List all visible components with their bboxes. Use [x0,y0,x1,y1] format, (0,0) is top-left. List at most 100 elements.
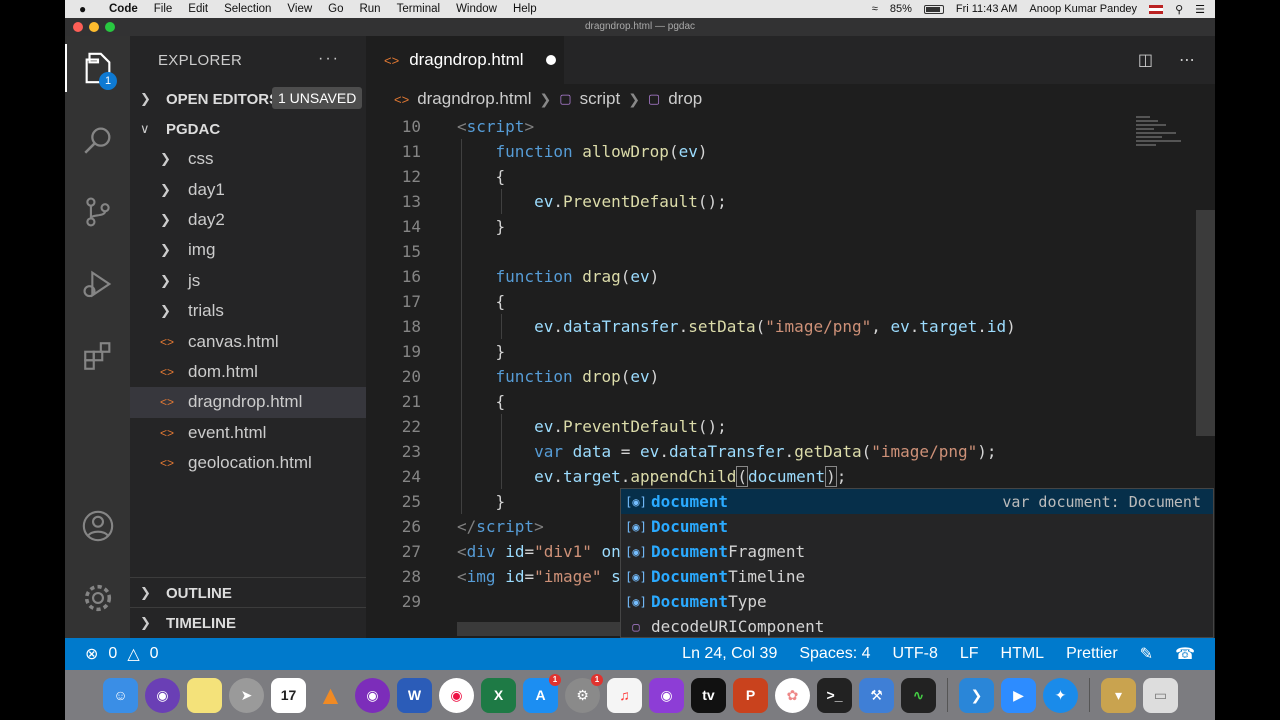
menu-code[interactable]: Code [109,3,138,15]
warning-count[interactable]: 0 [150,645,159,663]
breadcrumb-script[interactable]: script [580,89,621,109]
menubar-clock[interactable]: Fri 11:43 AM [956,3,1018,15]
vlc-icon[interactable]: ▲ [313,678,348,713]
encoding[interactable]: UTF-8 [893,645,938,663]
downloads-folder-icon[interactable]: ▾ [1101,677,1136,713]
podcasts-icon[interactable]: ◉ [649,677,684,713]
breadcrumb-function[interactable]: drop [668,89,702,109]
tree-folder-css[interactable]: ❯ css [130,144,366,174]
input-source-flag-icon[interactable] [1149,4,1164,14]
wifi-icon[interactable]: ≈ [872,3,878,15]
apple-tv-icon[interactable]: tv [691,677,726,713]
chevron-right-icon: ❯ [160,181,171,197]
notifications-bell-icon[interactable]: ☎ [1175,644,1195,664]
tree-folder-trials[interactable]: ❯ trials [130,296,366,326]
activity-monitor-icon[interactable]: ∿ [901,677,936,713]
apple-icon[interactable]: ● [79,2,91,16]
manage-activity[interactable] [65,570,130,626]
menu-terminal[interactable]: Terminal [397,3,440,15]
tree-file-dom[interactable]: <> dom.html [130,357,366,387]
breadcrumb-file[interactable]: dragndrop.html [417,89,531,109]
extensions-activity[interactable] [65,328,130,384]
menu-go[interactable]: Go [328,3,343,15]
split-editor-icon[interactable]: ◫ [1138,50,1153,70]
photos-icon[interactable]: ✿ [775,677,810,713]
horizontal-scrollbar[interactable] [457,622,627,636]
menu-window[interactable]: Window [456,3,497,15]
open-editors-section[interactable]: ❯ OPEN EDITORS 1 UNSAVED [130,84,366,114]
minimize-window-button[interactable] [89,22,99,32]
music-icon[interactable]: ♫ [607,677,642,713]
zoom-icon[interactable]: ▶ [1001,677,1036,713]
powerpoint-icon[interactable]: P [733,677,768,713]
menu-file[interactable]: File [154,3,173,15]
tree-folder-img[interactable]: ❯ img [130,235,366,265]
battery-icon[interactable] [923,4,944,14]
accounts-activity[interactable] [65,498,130,554]
vertical-scrollbar[interactable] [1196,210,1215,436]
word-icon[interactable]: W [397,677,432,713]
battery-percent[interactable]: 85% [890,3,912,15]
error-count[interactable]: 0 [108,645,117,663]
minimap[interactable] [1136,114,1196,194]
suggest-item[interactable]: [◉] Document Type [621,589,1213,614]
menu-selection[interactable]: Selection [224,3,271,15]
chrome-icon[interactable]: ◉ [439,677,474,713]
explorer-more-button[interactable]: ··· [318,50,340,68]
indentation[interactable]: Spaces: 4 [799,645,870,663]
finder-icon[interactable]: ☺ [103,677,138,713]
suggest-item[interactable]: [◉] document var document: Document [621,489,1213,514]
suggest-item[interactable]: [◉] Document [621,514,1213,539]
zoom-window-button[interactable] [105,22,115,32]
explorer-activity[interactable]: 1 [65,40,130,96]
outline-section[interactable]: ❯ OUTLINE [130,578,366,608]
unsaved-dot-icon[interactable] [545,55,556,65]
cursor-position[interactable]: Ln 24, Col 39 [682,645,777,663]
safari-icon[interactable]: ✦ [1043,677,1078,713]
suggest-item[interactable]: ▢ decodeURIComponent [621,614,1213,639]
suggest-item[interactable]: [◉] Document Timeline [621,564,1213,589]
trash-icon[interactable]: ▭ [1143,677,1178,713]
tree-file-canvas[interactable]: <> canvas.html [130,326,366,356]
suggest-item[interactable]: [◉] Document Fragment [621,539,1213,564]
end-of-line[interactable]: LF [960,645,979,663]
tree-file-event[interactable]: <> event.html [130,418,366,448]
launchpad-icon[interactable]: ➤ [229,677,264,713]
excel-icon[interactable]: X [481,677,516,713]
run-debug-activity[interactable] [65,256,130,312]
more-actions-icon[interactable]: ⋯ [1179,50,1195,70]
source-control-activity[interactable] [65,184,130,240]
podcast-app-icon[interactable]: ◉ [355,677,390,713]
tree-folder-js[interactable]: ❯ js [130,266,366,296]
control-center-icon[interactable]: ☰ [1195,3,1205,16]
vscode-icon[interactable]: ❯ [959,677,994,713]
folder-section-pgdac[interactable]: ∨ PGDAC [130,114,366,144]
xcode-icon[interactable]: ⚒ [859,677,894,713]
menubar-user[interactable]: Anoop Kumar Pandey [1029,3,1137,15]
notes-icon[interactable] [187,677,222,713]
error-icon[interactable]: ⊗ [85,644,98,664]
code-text: { [457,167,506,186]
warning-icon[interactable]: △ [127,644,139,664]
terminal-icon[interactable]: >_ [817,677,852,713]
search-activity[interactable] [65,112,130,168]
language-mode[interactable]: HTML [1001,645,1045,663]
close-window-button[interactable] [73,22,83,32]
menu-run[interactable]: Run [359,3,380,15]
timeline-section[interactable]: ❯ TIMELINE [130,608,366,638]
app-store-icon[interactable]: A1 [523,673,561,713]
formatter[interactable]: Prettier [1066,645,1118,663]
tree-folder-day1[interactable]: ❯ day1 [130,174,366,204]
menu-edit[interactable]: Edit [188,3,208,15]
tree-file-geolocation[interactable]: <> geolocation.html [130,448,366,478]
siri-icon[interactable]: ◉ [145,677,180,713]
feedback-icon[interactable]: ✎ [1140,644,1153,664]
tree-folder-day2[interactable]: ❯ day2 [130,205,366,235]
calendar-icon[interactable]: 17 [271,677,306,713]
menu-help[interactable]: Help [513,3,537,15]
tree-file-dragndrop[interactable]: <> dragndrop.html [130,387,366,418]
spotlight-icon[interactable]: ⚲ [1175,3,1183,16]
tab-dragndrop[interactable]: <> dragndrop.html [366,36,564,84]
system-preferences-icon[interactable]: ⚙ 1 [565,673,603,713]
menu-view[interactable]: View [287,3,312,15]
